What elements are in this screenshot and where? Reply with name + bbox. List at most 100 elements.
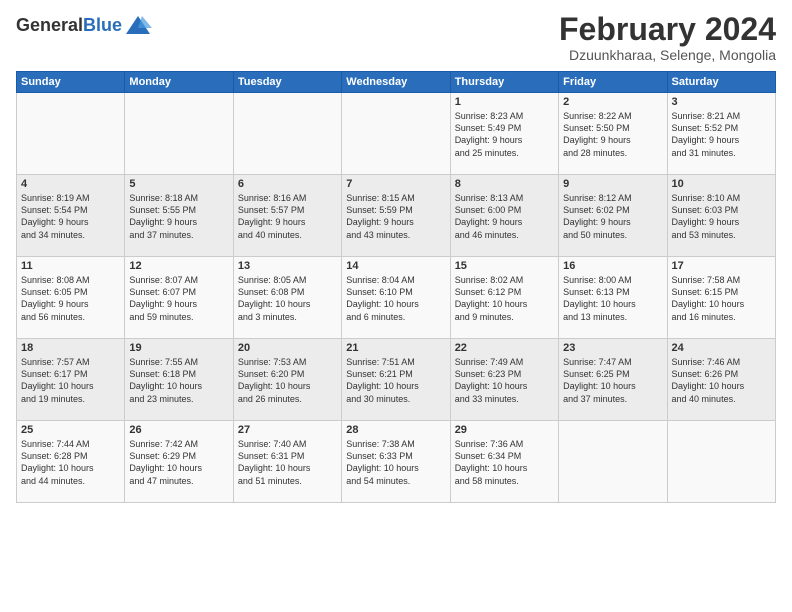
day-number: 14 bbox=[346, 260, 445, 272]
cell-content: Sunrise: 8:15 AMSunset: 5:59 PMDaylight:… bbox=[346, 192, 445, 241]
cell-content: Sunrise: 7:51 AMSunset: 6:21 PMDaylight:… bbox=[346, 356, 445, 405]
day-number: 6 bbox=[238, 178, 337, 190]
header-cell-monday: Monday bbox=[125, 72, 233, 93]
day-number: 23 bbox=[563, 342, 662, 354]
day-number: 15 bbox=[455, 260, 554, 272]
day-number: 2 bbox=[563, 96, 662, 108]
cell-content: Sunrise: 8:00 AMSunset: 6:13 PMDaylight:… bbox=[563, 274, 662, 323]
calendar-cell: 27 Sunrise: 7:40 AMSunset: 6:31 PMDayligh… bbox=[233, 421, 341, 503]
calendar-cell: 11Sunrise: 8:08 AMSunset: 6:05 PMDayligh… bbox=[17, 257, 125, 339]
calendar-week-row: 18Sunrise: 7:57 AMSunset: 6:17 PMDayligh… bbox=[17, 339, 776, 421]
day-number: 22 bbox=[455, 342, 554, 354]
cell-content: Sunrise: 7:38 AMSunset: 6:33 PMDaylight:… bbox=[346, 438, 445, 487]
day-number: 19 bbox=[129, 342, 228, 354]
calendar-cell: 12 Sunrise: 8:07 AMSunset: 6:07 PMDayligh… bbox=[125, 257, 233, 339]
logo-blue: Blue bbox=[83, 15, 122, 35]
calendar-cell: 18Sunrise: 7:57 AMSunset: 6:17 PMDayligh… bbox=[17, 339, 125, 421]
header-cell-friday: Friday bbox=[559, 72, 667, 93]
calendar-table: SundayMondayTuesdayWednesdayThursdayFrid… bbox=[16, 71, 776, 503]
day-number: 10 bbox=[672, 178, 771, 190]
cell-content: Sunrise: 7:53 AMSunset: 6:20 PMDaylight:… bbox=[238, 356, 337, 405]
header: GeneralBlue February 2024 Dzuunkharaa, S… bbox=[16, 12, 776, 63]
calendar-cell: 23 Sunrise: 7:47 AMSunset: 6:25 PMDayligh… bbox=[559, 339, 667, 421]
day-number: 25 bbox=[21, 424, 120, 436]
day-number: 20 bbox=[238, 342, 337, 354]
page: GeneralBlue February 2024 Dzuunkharaa, S… bbox=[0, 0, 792, 612]
cell-content: Sunrise: 8:05 AMSunset: 6:08 PMDaylight:… bbox=[238, 274, 337, 323]
day-number: 16 bbox=[563, 260, 662, 272]
location: Dzuunkharaa, Selenge, Mongolia bbox=[559, 47, 776, 63]
month-title: February 2024 bbox=[559, 12, 776, 47]
calendar-cell: 22 Sunrise: 7:49 AMSunset: 6:23 PMDayligh… bbox=[450, 339, 558, 421]
calendar-cell: 21Sunrise: 7:51 AMSunset: 6:21 PMDayligh… bbox=[342, 339, 450, 421]
calendar-cell bbox=[342, 93, 450, 175]
calendar-cell: 6Sunrise: 8:16 AMSunset: 5:57 PMDaylight… bbox=[233, 175, 341, 257]
cell-content: Sunrise: 7:36 AMSunset: 6:34 PMDaylight:… bbox=[455, 438, 554, 487]
calendar-cell bbox=[233, 93, 341, 175]
calendar-cell: 3 Sunrise: 8:21 AMSunset: 5:52 PMDaylight… bbox=[667, 93, 775, 175]
calendar-cell: 29 Sunrise: 7:36 AMSunset: 6:34 PMDayligh… bbox=[450, 421, 558, 503]
cell-content: Sunrise: 8:21 AMSunset: 5:52 PMDaylight:… bbox=[672, 110, 771, 159]
calendar-cell bbox=[125, 93, 233, 175]
header-cell-wednesday: Wednesday bbox=[342, 72, 450, 93]
day-number: 17 bbox=[672, 260, 771, 272]
cell-content: Sunrise: 8:13 AMSunset: 6:00 PMDaylight:… bbox=[455, 192, 554, 241]
calendar-body: 1 Sunrise: 8:23 AMSunset: 5:49 PMDaylight… bbox=[17, 93, 776, 503]
calendar-cell: 19 Sunrise: 7:55 AMSunset: 6:18 PMDayligh… bbox=[125, 339, 233, 421]
calendar-cell: 7 Sunrise: 8:15 AMSunset: 5:59 PMDaylight… bbox=[342, 175, 450, 257]
calendar-cell: 24Sunrise: 7:46 AMSunset: 6:26 PMDayligh… bbox=[667, 339, 775, 421]
cell-content: Sunrise: 8:22 AMSunset: 5:50 PMDaylight:… bbox=[563, 110, 662, 159]
calendar-week-row: 4Sunrise: 8:19 AMSunset: 5:54 PMDaylight… bbox=[17, 175, 776, 257]
header-cell-saturday: Saturday bbox=[667, 72, 775, 93]
title-block: February 2024 Dzuunkharaa, Selenge, Mong… bbox=[559, 12, 776, 63]
cell-content: Sunrise: 7:49 AMSunset: 6:23 PMDaylight:… bbox=[455, 356, 554, 405]
header-cell-thursday: Thursday bbox=[450, 72, 558, 93]
calendar-cell: 20 Sunrise: 7:53 AMSunset: 6:20 PMDayligh… bbox=[233, 339, 341, 421]
calendar-cell: 25 Sunrise: 7:44 AMSunset: 6:28 PMDayligh… bbox=[17, 421, 125, 503]
calendar-cell bbox=[17, 93, 125, 175]
cell-content: Sunrise: 7:58 AMSunset: 6:15 PMDaylight:… bbox=[672, 274, 771, 323]
day-number: 5 bbox=[129, 178, 228, 190]
calendar-cell: 10 Sunrise: 8:10 AMSunset: 6:03 PMDayligh… bbox=[667, 175, 775, 257]
cell-content: Sunrise: 8:02 AMSunset: 6:12 PMDaylight:… bbox=[455, 274, 554, 323]
cell-content: Sunrise: 8:04 AMSunset: 6:10 PMDaylight:… bbox=[346, 274, 445, 323]
logo-icon bbox=[124, 12, 152, 40]
calendar-cell: 13 Sunrise: 8:05 AMSunset: 6:08 PMDayligh… bbox=[233, 257, 341, 339]
calendar-cell: 26 Sunrise: 7:42 AMSunset: 6:29 PMDayligh… bbox=[125, 421, 233, 503]
calendar-cell: 5 Sunrise: 8:18 AMSunset: 5:55 PMDaylight… bbox=[125, 175, 233, 257]
cell-content: Sunrise: 7:44 AMSunset: 6:28 PMDaylight:… bbox=[21, 438, 120, 487]
day-number: 1 bbox=[455, 96, 554, 108]
day-number: 9 bbox=[563, 178, 662, 190]
calendar-cell: 15 Sunrise: 8:02 AMSunset: 6:12 PMDayligh… bbox=[450, 257, 558, 339]
calendar-cell: 1 Sunrise: 8:23 AMSunset: 5:49 PMDaylight… bbox=[450, 93, 558, 175]
cell-content: Sunrise: 7:40 AMSunset: 6:31 PMDaylight:… bbox=[238, 438, 337, 487]
day-number: 28 bbox=[346, 424, 445, 436]
calendar-week-row: 25 Sunrise: 7:44 AMSunset: 6:28 PMDayligh… bbox=[17, 421, 776, 503]
cell-content: Sunrise: 7:46 AMSunset: 6:26 PMDaylight:… bbox=[672, 356, 771, 405]
cell-content: Sunrise: 8:19 AMSunset: 5:54 PMDaylight:… bbox=[21, 192, 120, 241]
day-number: 26 bbox=[129, 424, 228, 436]
day-number: 3 bbox=[672, 96, 771, 108]
cell-content: Sunrise: 8:10 AMSunset: 6:03 PMDaylight:… bbox=[672, 192, 771, 241]
cell-content: Sunrise: 7:57 AMSunset: 6:17 PMDaylight:… bbox=[21, 356, 120, 405]
cell-content: Sunrise: 8:23 AMSunset: 5:49 PMDaylight:… bbox=[455, 110, 554, 159]
cell-content: Sunrise: 8:07 AMSunset: 6:07 PMDaylight:… bbox=[129, 274, 228, 323]
day-number: 12 bbox=[129, 260, 228, 272]
calendar-cell bbox=[559, 421, 667, 503]
header-cell-sunday: Sunday bbox=[17, 72, 125, 93]
cell-content: Sunrise: 7:42 AMSunset: 6:29 PMDaylight:… bbox=[129, 438, 228, 487]
day-number: 13 bbox=[238, 260, 337, 272]
logo: GeneralBlue bbox=[16, 12, 152, 40]
day-number: 7 bbox=[346, 178, 445, 190]
cell-content: Sunrise: 7:47 AMSunset: 6:25 PMDaylight:… bbox=[563, 356, 662, 405]
calendar-cell: 28 Sunrise: 7:38 AMSunset: 6:33 PMDayligh… bbox=[342, 421, 450, 503]
calendar-cell: 17 Sunrise: 7:58 AMSunset: 6:15 PMDayligh… bbox=[667, 257, 775, 339]
calendar-week-row: 11Sunrise: 8:08 AMSunset: 6:05 PMDayligh… bbox=[17, 257, 776, 339]
calendar-cell: 4Sunrise: 8:19 AMSunset: 5:54 PMDaylight… bbox=[17, 175, 125, 257]
cell-content: Sunrise: 8:12 AMSunset: 6:02 PMDaylight:… bbox=[563, 192, 662, 241]
calendar-cell: 9 Sunrise: 8:12 AMSunset: 6:02 PMDaylight… bbox=[559, 175, 667, 257]
cell-content: Sunrise: 8:18 AMSunset: 5:55 PMDaylight:… bbox=[129, 192, 228, 241]
day-number: 27 bbox=[238, 424, 337, 436]
cell-content: Sunrise: 7:55 AMSunset: 6:18 PMDaylight:… bbox=[129, 356, 228, 405]
day-number: 29 bbox=[455, 424, 554, 436]
